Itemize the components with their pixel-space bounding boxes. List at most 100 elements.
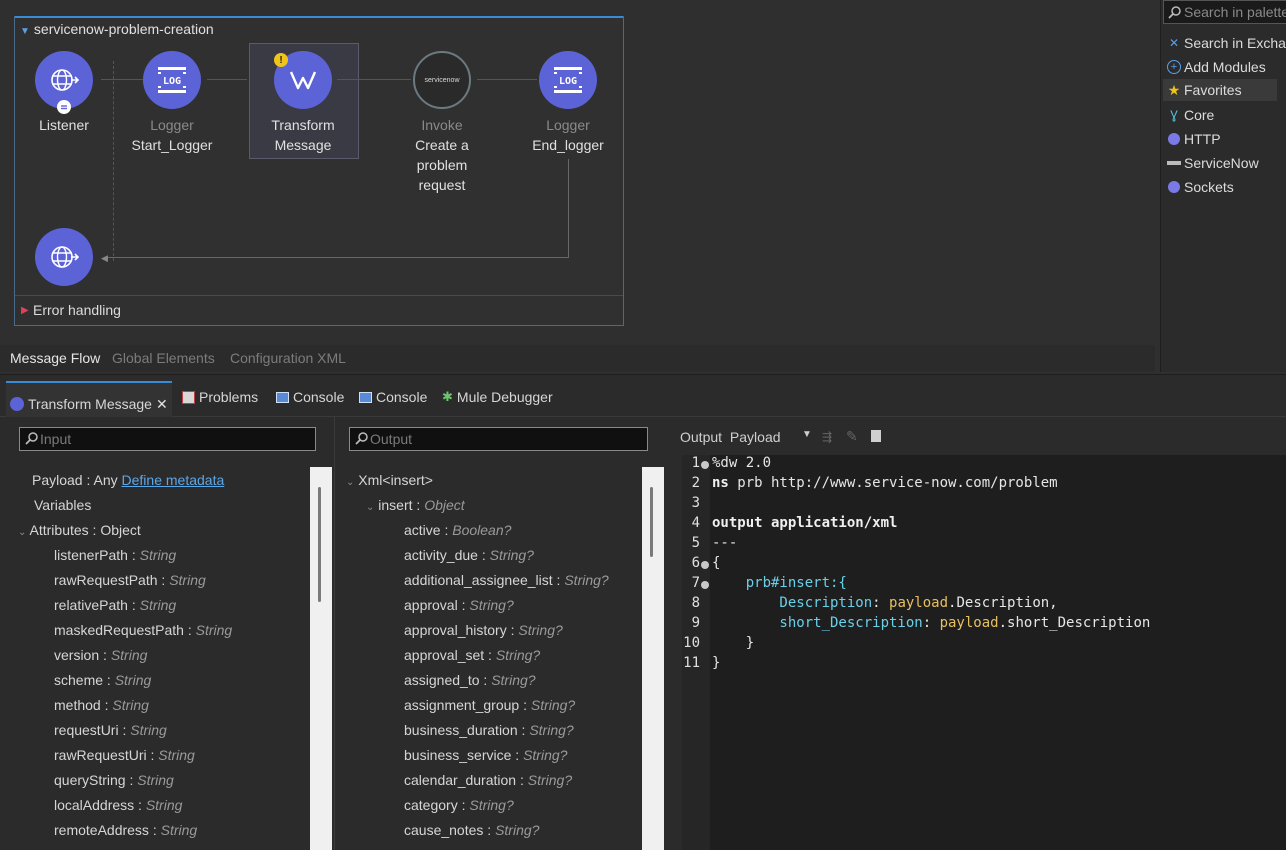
add-output-icon[interactable]: ⇶ <box>822 430 832 444</box>
input-field-row[interactable]: localAddress : String <box>54 795 182 815</box>
palette-search-input[interactable]: Search in palette <box>1163 0 1286 24</box>
output-field-row[interactable]: additional_assignee_list : String? <box>404 570 609 590</box>
palette-search-exchange[interactable]: ✕Search in Exchange <box>1167 32 1286 54</box>
tab-console[interactable]: Console <box>276 389 344 405</box>
payload-row[interactable]: Payload : Any Define metadata <box>32 470 224 490</box>
input-field-row[interactable]: maskedRequestPath : String <box>54 620 232 640</box>
output-field-row[interactable]: cause_notes : String? <box>404 820 539 840</box>
response-node-icon[interactable] <box>35 228 93 286</box>
output-search-input[interactable]: Output <box>349 427 648 451</box>
tab-mule-debugger[interactable]: ✱ Mule Debugger <box>442 389 553 405</box>
input-field-row[interactable]: relativePath : String <box>54 595 176 615</box>
code-line-5[interactable]: --- <box>712 535 737 551</box>
flow-title[interactable]: ▼ servicenow-problem-creation <box>20 21 214 37</box>
code-line-8[interactable]: Description: payload.Description, <box>712 595 1057 611</box>
chevron-down-icon[interactable]: ⌄ <box>366 502 374 513</box>
servicenow-node-icon[interactable]: servicenow <box>413 51 471 109</box>
palette-servicenow[interactable]: ServiceNow <box>1167 152 1259 174</box>
output-scroll-thumb[interactable] <box>650 487 653 557</box>
expand-triangle-icon[interactable]: ▶ <box>21 305 29 316</box>
code-line-1[interactable]: %dw 2.0 <box>712 455 771 471</box>
end-logger-node-icon[interactable]: LOG <box>539 51 597 109</box>
sockets-icon <box>1167 180 1181 194</box>
code-line-4[interactable]: output application/xml <box>712 515 897 531</box>
plus-icon: + <box>1167 60 1181 74</box>
chevron-down-icon[interactable]: ⌄ <box>346 477 354 488</box>
fold-icon[interactable] <box>701 461 709 469</box>
output-field-row[interactable]: business_service : String? <box>404 745 567 765</box>
tab-transform-message[interactable]: Transform Message ✕ <box>6 381 172 417</box>
line-gutter: 1 2 3 4 5 6 7 8 9 10 11 <box>682 455 710 850</box>
palette-favorites[interactable]: ★ Favorites <box>1163 79 1277 101</box>
close-icon[interactable]: ✕ <box>156 396 168 413</box>
flow-arrow <box>477 79 537 80</box>
palette-core[interactable]: Ɣ Core <box>1167 104 1214 126</box>
line-number: 6 <box>691 555 700 571</box>
invoke-node-label: Invoke Create a problem request <box>415 117 469 193</box>
code-line-7[interactable]: prb#insert:{ <box>712 575 847 591</box>
fold-icon[interactable] <box>701 561 709 569</box>
code-editor[interactable]: 1 2 3 4 5 6 7 8 9 10 11 %dw 2.0 ns prb http://www.… <box>682 455 1286 850</box>
code-line-11[interactable]: } <box>712 655 720 671</box>
editor-tabs: Message Flow Global Elements Configurati… <box>0 345 1155 372</box>
output-field-row[interactable]: active : Boolean? <box>404 520 511 540</box>
pencil-icon[interactable]: ✎ <box>846 428 858 445</box>
tab-message-flow[interactable]: Message Flow <box>10 350 100 366</box>
tab-problems[interactable]: Problems <box>182 389 258 405</box>
flow-container[interactable]: ▼ servicenow-problem-creation Listener LO… <box>14 16 624 326</box>
fold-icon[interactable] <box>701 581 709 589</box>
input-field-row[interactable]: rawRequestPath : String <box>54 570 206 590</box>
search-icon <box>25 432 38 445</box>
define-metadata-link[interactable]: Define metadata <box>122 472 225 488</box>
code-line-6[interactable]: { <box>712 555 720 571</box>
code-line-2[interactable]: ns prb http://www.service-now.com/proble… <box>712 475 1058 491</box>
warning-icon[interactable]: ! <box>274 53 288 67</box>
input-field-row[interactable]: remoteAddress : String <box>54 820 197 840</box>
palette-add-modules[interactable]: + Add Modules <box>1167 56 1266 78</box>
output-field-row[interactable]: business_duration : String? <box>404 720 574 740</box>
collapse-triangle-icon[interactable]: ▼ <box>20 26 30 37</box>
output-scrollbar[interactable] <box>642 467 664 850</box>
output-target-select[interactable]: Payload <box>730 429 781 445</box>
palette-sockets[interactable]: Sockets <box>1167 176 1234 198</box>
input-field-row[interactable]: requestUri : String <box>54 720 167 740</box>
output-field-row[interactable]: assigned_to : String? <box>404 670 536 690</box>
input-field-row[interactable]: queryString : String <box>54 770 174 790</box>
chevron-down-icon[interactable]: ⌄ <box>18 527 26 538</box>
output-field-row[interactable]: approval_set : String? <box>404 645 540 665</box>
start-logger-node-icon[interactable]: LOG <box>143 51 201 109</box>
output-field-row[interactable]: calendar_duration : String? <box>404 770 572 790</box>
input-field-row[interactable]: rawRequestUri : String <box>54 745 195 765</box>
trash-icon[interactable] <box>871 430 881 442</box>
output-field-row[interactable]: approval_history : String? <box>404 620 563 640</box>
output-field-row[interactable]: assignment_group : String? <box>404 695 575 715</box>
input-field-row[interactable]: scheme : String <box>54 670 151 690</box>
input-scrollbar[interactable] <box>310 467 332 850</box>
output-field-row[interactable]: category : String? <box>404 795 514 815</box>
flow-arrow <box>207 79 247 80</box>
attributes-row[interactable]: ⌄ Attributes : Object <box>18 520 141 540</box>
input-field-row[interactable]: listenerPath : String <box>54 545 176 565</box>
input-search-input[interactable]: Input <box>19 427 316 451</box>
console-icon <box>359 391 372 403</box>
code-line-9[interactable]: short_Description: payload.short_Descrip… <box>712 615 1150 631</box>
tab-global-elements[interactable]: Global Elements <box>112 350 215 366</box>
tab-configuration-xml[interactable]: Configuration XML <box>230 350 346 366</box>
output-field-row[interactable]: approval : String? <box>404 595 514 615</box>
input-tree: Payload : Any Define metadata Variables … <box>0 467 332 850</box>
input-field-row[interactable]: version : String <box>54 645 147 665</box>
code-line-10[interactable]: } <box>712 635 754 651</box>
input-field-row[interactable]: method : String <box>54 695 149 715</box>
view-tabs: Transform Message ✕ Problems Console Con… <box>0 375 1286 417</box>
listener-node-label: Listener <box>39 117 89 133</box>
palette-http[interactable]: HTTP <box>1167 128 1221 150</box>
xml-root-row[interactable]: ⌄ Xml<insert> <box>346 470 433 490</box>
flow-canvas: ▼ servicenow-problem-creation Listener LO… <box>0 0 1155 345</box>
output-field-row[interactable]: activity_due : String? <box>404 545 534 565</box>
chevron-down-icon[interactable]: ▼ <box>802 429 812 440</box>
insert-row[interactable]: ⌄ insert : Object <box>366 495 465 515</box>
variables-row[interactable]: Variables <box>34 495 91 515</box>
input-scroll-thumb[interactable] <box>318 487 321 602</box>
error-handling-section[interactable]: ▶ Error handling <box>15 295 623 325</box>
tab-console-2[interactable]: Console <box>359 389 427 405</box>
